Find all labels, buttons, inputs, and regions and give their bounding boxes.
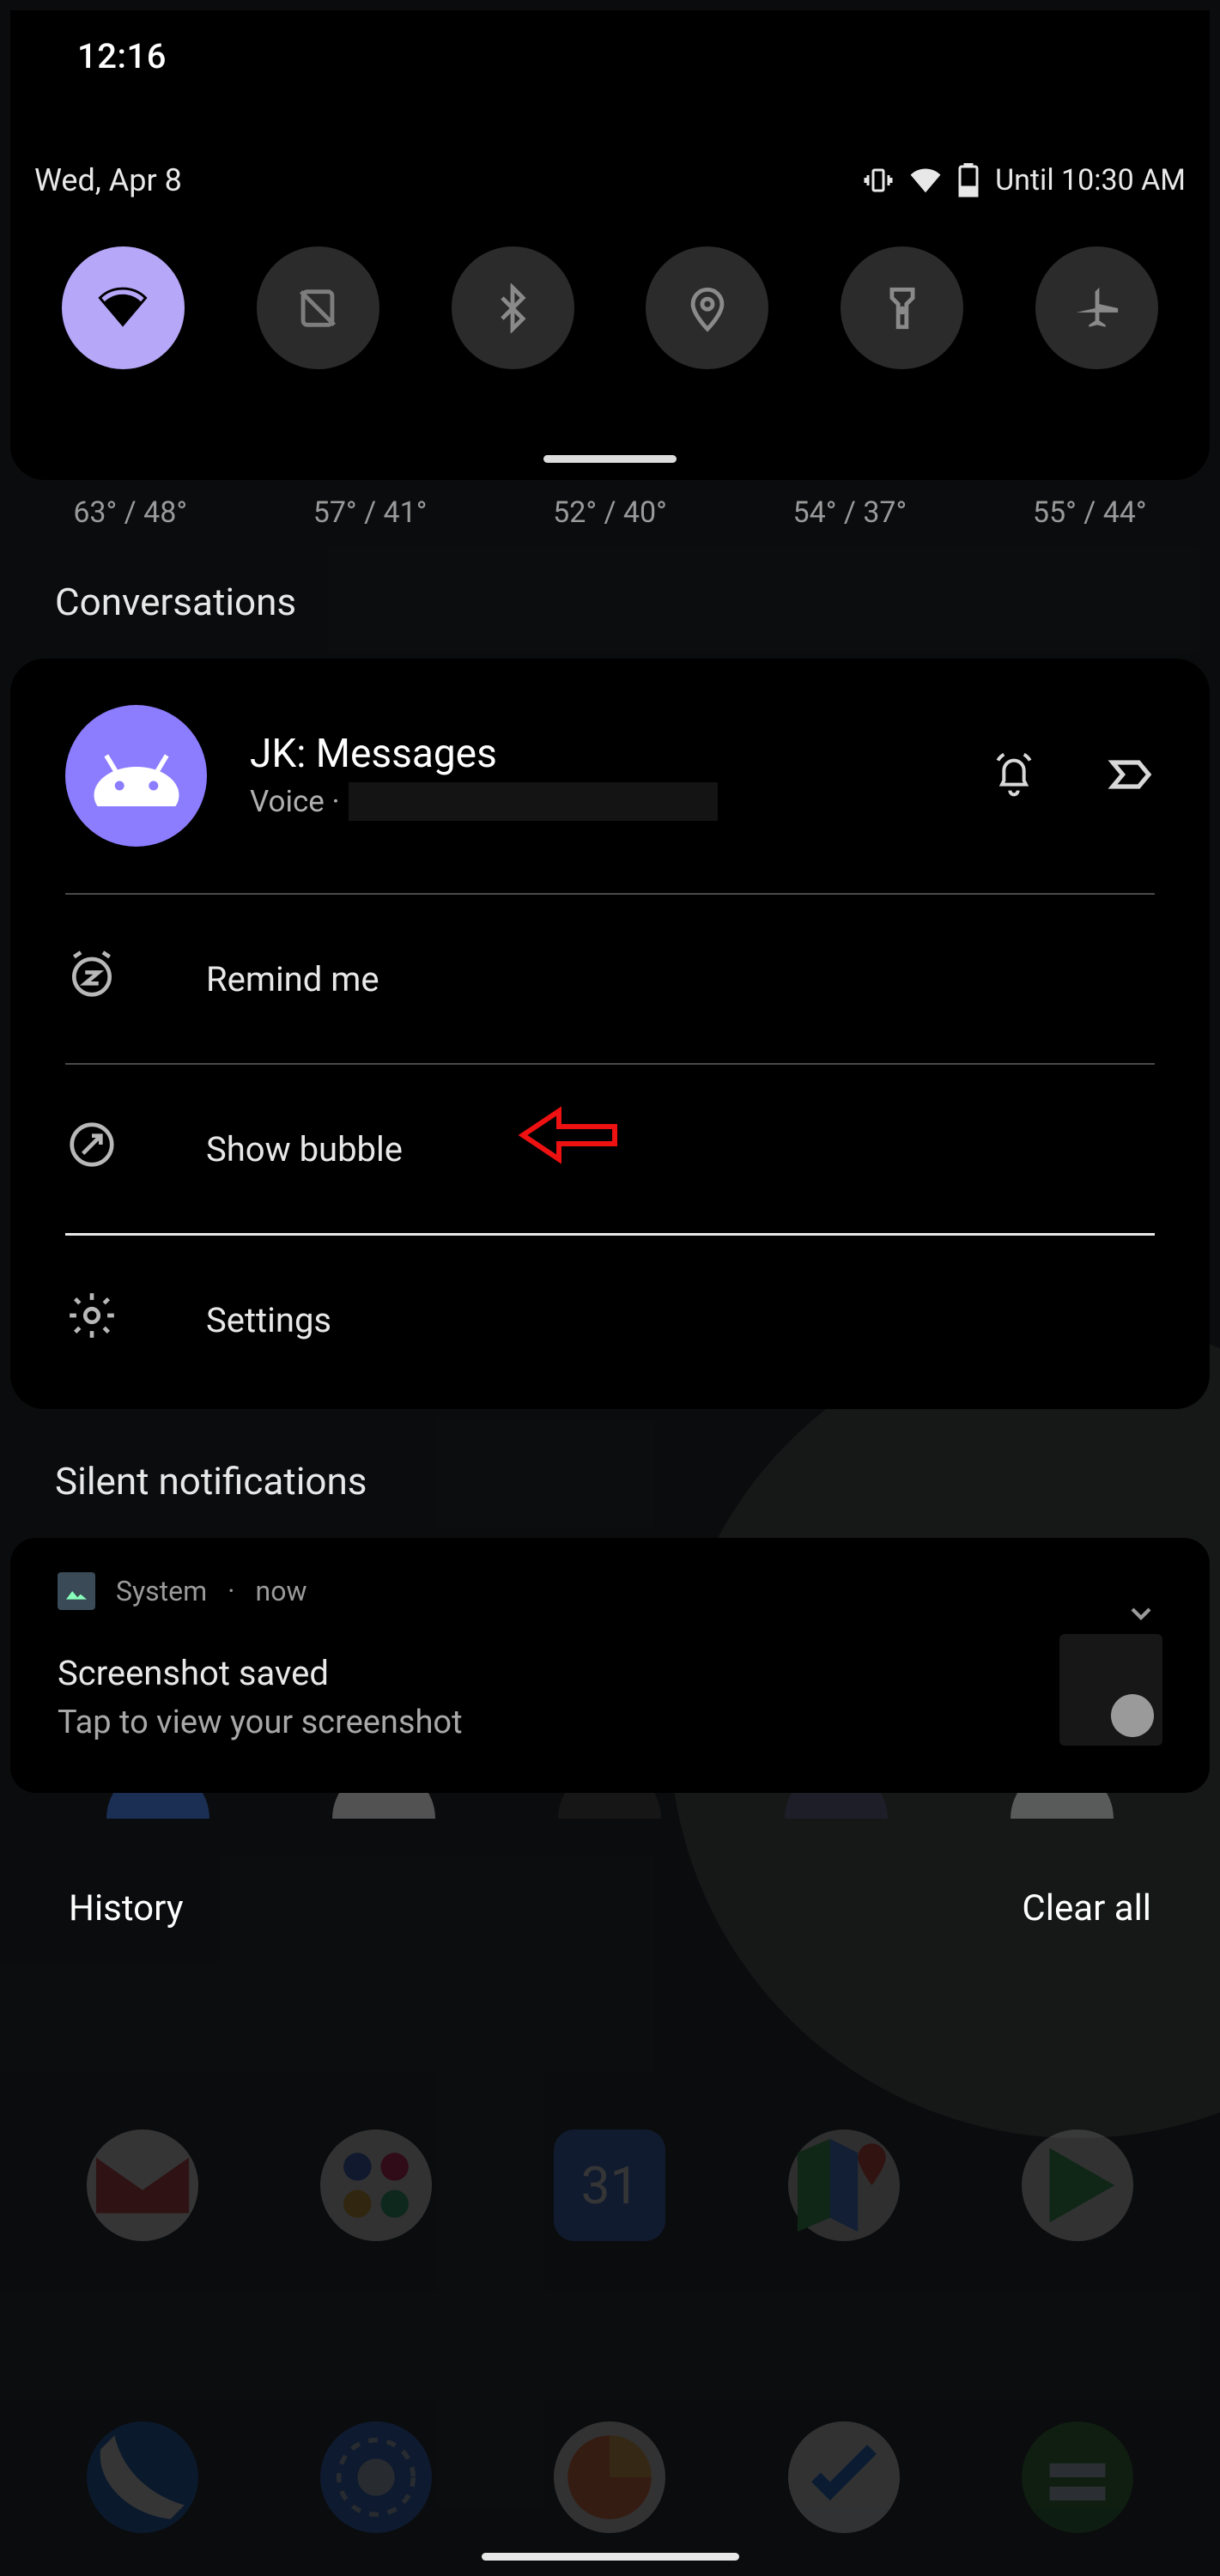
screenshot-notification-card[interactable]: System · now Screenshot saved Tap to vie… (10, 1538, 1210, 1793)
conversations-header: Conversations (55, 580, 1220, 624)
clear-all-button[interactable]: Clear all (1022, 1887, 1151, 1929)
status-icons: Until 10:30 AM (863, 163, 1186, 197)
wifi-status-icon (909, 164, 942, 197)
qs-wifi-tile[interactable] (62, 246, 185, 369)
remind-me-label: Remind me (206, 959, 379, 999)
photo-icon (58, 1572, 95, 1610)
silent-separator: · (228, 1575, 234, 1607)
alarm-until-text: Until 10:30 AM (995, 163, 1186, 197)
status-time: 12:16 (26, 36, 1194, 76)
weather-day-2: 52° / 40° (553, 495, 667, 530)
weather-day-4: 55° / 44° (1033, 495, 1147, 530)
bubble-icon (65, 1118, 118, 1180)
qs-data-tile[interactable] (257, 246, 379, 369)
screenshot-thumbnail (1059, 1634, 1162, 1746)
conversation-subtitle: Voice · (250, 784, 340, 819)
weather-day-0: 63° / 48° (73, 495, 187, 530)
conversation-redacted-content (349, 782, 718, 821)
silent-title: Screenshot saved (58, 1653, 1162, 1693)
battery-icon (957, 163, 980, 197)
silent-time: now (256, 1575, 307, 1607)
snooze-alarm-icon (65, 948, 118, 1010)
expand-chevron-icon[interactable] (1124, 1596, 1158, 1634)
qs-bluetooth-tile[interactable] (452, 246, 574, 369)
alert-bell-icon[interactable] (990, 750, 1038, 802)
silent-app-name: System (116, 1575, 207, 1607)
qs-expand-handle[interactable] (543, 455, 677, 463)
silent-body: Tap to view your screenshot (58, 1704, 1162, 1741)
annotation-arrow-icon (516, 1101, 619, 1178)
weather-strip: 63° / 48° 57° / 41° 52° / 40° 54° / 37° … (10, 495, 1210, 530)
qs-flashlight-tile[interactable] (841, 246, 963, 369)
remind-me-action[interactable]: Remind me (65, 893, 1155, 1063)
settings-label: Settings (206, 1300, 331, 1340)
qs-location-tile[interactable] (646, 246, 768, 369)
silent-header: Silent notifications (55, 1459, 1220, 1504)
conversation-avatar (65, 705, 207, 847)
show-bubble-action[interactable]: Show bubble (65, 1063, 1155, 1233)
show-bubble-label: Show bubble (206, 1129, 403, 1170)
conversation-notification-card[interactable]: JK: Messages Voice · Remin (10, 659, 1210, 1409)
status-date: Wed, Apr 8 (34, 162, 182, 198)
weather-day-1: 57° / 41° (313, 495, 428, 530)
settings-action[interactable]: Settings (65, 1233, 1155, 1404)
priority-chevron-icon[interactable] (1107, 750, 1155, 802)
gear-icon (65, 1289, 118, 1351)
conversation-title: JK: Messages (250, 731, 990, 777)
quick-settings-panel: 12:16 Wed, Apr 8 Until 10:30 AM (10, 10, 1210, 480)
history-button[interactable]: History (69, 1887, 184, 1929)
vibrate-icon (863, 165, 894, 196)
qs-airplane-tile[interactable] (1035, 246, 1158, 369)
gesture-nav-handle[interactable] (482, 2553, 739, 2561)
weather-day-3: 54° / 37° (793, 495, 907, 530)
